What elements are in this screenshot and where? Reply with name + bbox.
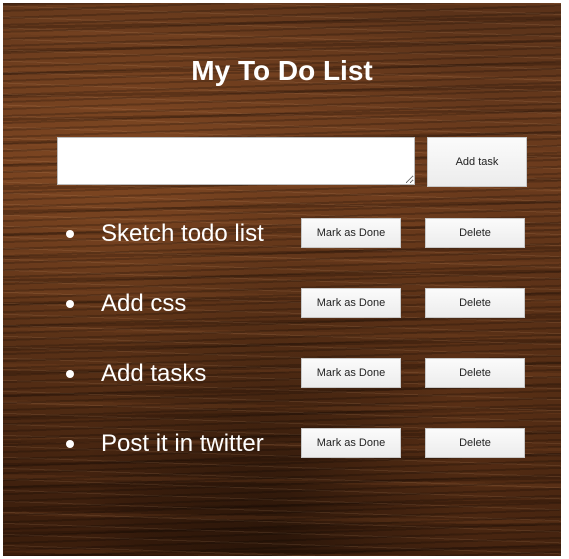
delete-button[interactable]: Delete bbox=[425, 358, 525, 388]
task-text: Add tasks bbox=[101, 360, 207, 387]
delete-button[interactable]: Delete bbox=[425, 218, 525, 248]
mark-as-done-button[interactable]: Mark as Done bbox=[301, 218, 401, 248]
page-title: My To Do List bbox=[191, 55, 373, 86]
mark-as-done-button[interactable]: Mark as Done bbox=[301, 428, 401, 458]
task-input[interactable] bbox=[57, 137, 415, 185]
bullet-icon bbox=[66, 440, 74, 448]
bullet-icon bbox=[66, 300, 74, 308]
app-background: My To Do List Add task Sketch todo list … bbox=[3, 3, 561, 556]
task-item: Sketch todo list Mark as Done Delete bbox=[3, 218, 561, 250]
bullet-icon bbox=[66, 230, 74, 238]
delete-button[interactable]: Delete bbox=[425, 288, 525, 318]
delete-button[interactable]: Delete bbox=[425, 428, 525, 458]
task-item: Add tasks Mark as Done Delete bbox=[3, 358, 561, 390]
mark-as-done-button[interactable]: Mark as Done bbox=[301, 288, 401, 318]
task-text: Add css bbox=[101, 290, 187, 317]
task-item: Add css Mark as Done Delete bbox=[3, 288, 561, 320]
bullet-icon bbox=[66, 370, 74, 378]
mark-as-done-button[interactable]: Mark as Done bbox=[301, 358, 401, 388]
task-item: Post it in twitter Mark as Done Delete bbox=[3, 428, 561, 460]
add-task-button[interactable]: Add task bbox=[427, 137, 527, 187]
task-text: Sketch todo list bbox=[101, 220, 264, 247]
task-text: Post it in twitter bbox=[101, 430, 264, 457]
